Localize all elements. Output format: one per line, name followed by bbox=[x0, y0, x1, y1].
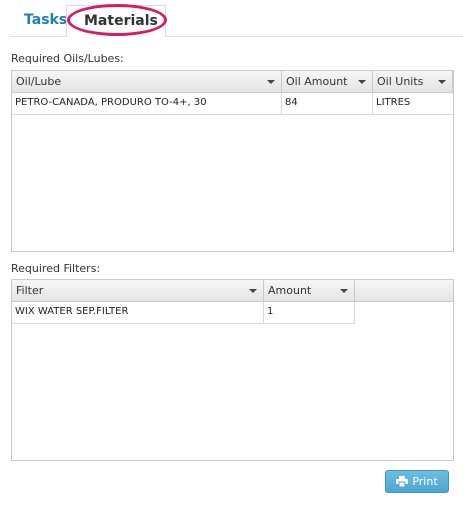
print-button[interactable]: Print bbox=[385, 470, 449, 493]
filters-section-label: Required Filters: bbox=[11, 262, 101, 275]
oils-grid: Oil/Lube Oil Amount Oil Units PETRO-CANA… bbox=[11, 70, 454, 252]
table-row[interactable]: WIX WATER SEP.FILTER 1 bbox=[12, 302, 355, 324]
chevron-down-icon[interactable] bbox=[340, 289, 348, 293]
filter-cell: WIX WATER SEP.FILTER bbox=[12, 302, 264, 324]
print-button-label: Print bbox=[412, 475, 438, 488]
chevron-down-icon[interactable] bbox=[438, 80, 446, 84]
amount-cell: 1 bbox=[267, 306, 274, 317]
chevron-down-icon[interactable] bbox=[267, 80, 275, 84]
tab-bar: Tasks Materials bbox=[0, 0, 463, 37]
chevron-down-icon[interactable] bbox=[249, 289, 257, 293]
oil-units-cell: LITRES bbox=[376, 97, 411, 108]
column-header-filter[interactable]: Filter bbox=[12, 280, 264, 302]
oil-amount-cell: 84 bbox=[282, 93, 373, 115]
column-header-oil-lube[interactable]: Oil/Lube bbox=[12, 71, 282, 93]
column-header-label: Amount bbox=[268, 284, 312, 297]
column-header-amount[interactable]: Amount bbox=[264, 280, 355, 302]
column-header-label: Filter bbox=[16, 284, 44, 297]
column-header-oil-amount[interactable]: Oil Amount bbox=[282, 71, 373, 93]
filters-grid-header: Filter Amount bbox=[12, 280, 453, 302]
filters-grid: Filter Amount WIX WATER SEP.FILTER 1 bbox=[11, 279, 454, 461]
tab-materials-label: Materials bbox=[84, 13, 158, 29]
oil-lube-cell: PETRO-CANADA, PRODURO TO-4+, 30 bbox=[12, 93, 282, 115]
tab-tasks[interactable]: Tasks bbox=[24, 12, 67, 28]
column-header-label: Oil Amount bbox=[286, 75, 348, 88]
oils-section-label: Required Oils/Lubes: bbox=[11, 52, 124, 65]
column-header-label: Oil/Lube bbox=[16, 75, 62, 88]
table-row[interactable]: PETRO-CANADA, PRODURO TO-4+, 30 84 LITRE… bbox=[12, 93, 453, 115]
tab-materials[interactable]: Materials bbox=[66, 5, 166, 37]
chevron-down-icon[interactable] bbox=[358, 80, 366, 84]
column-header-label: Oil Units bbox=[377, 75, 424, 88]
column-header-oil-units[interactable]: Oil Units bbox=[373, 71, 453, 93]
oils-grid-header: Oil/Lube Oil Amount Oil Units bbox=[12, 71, 453, 93]
print-icon bbox=[396, 476, 409, 487]
